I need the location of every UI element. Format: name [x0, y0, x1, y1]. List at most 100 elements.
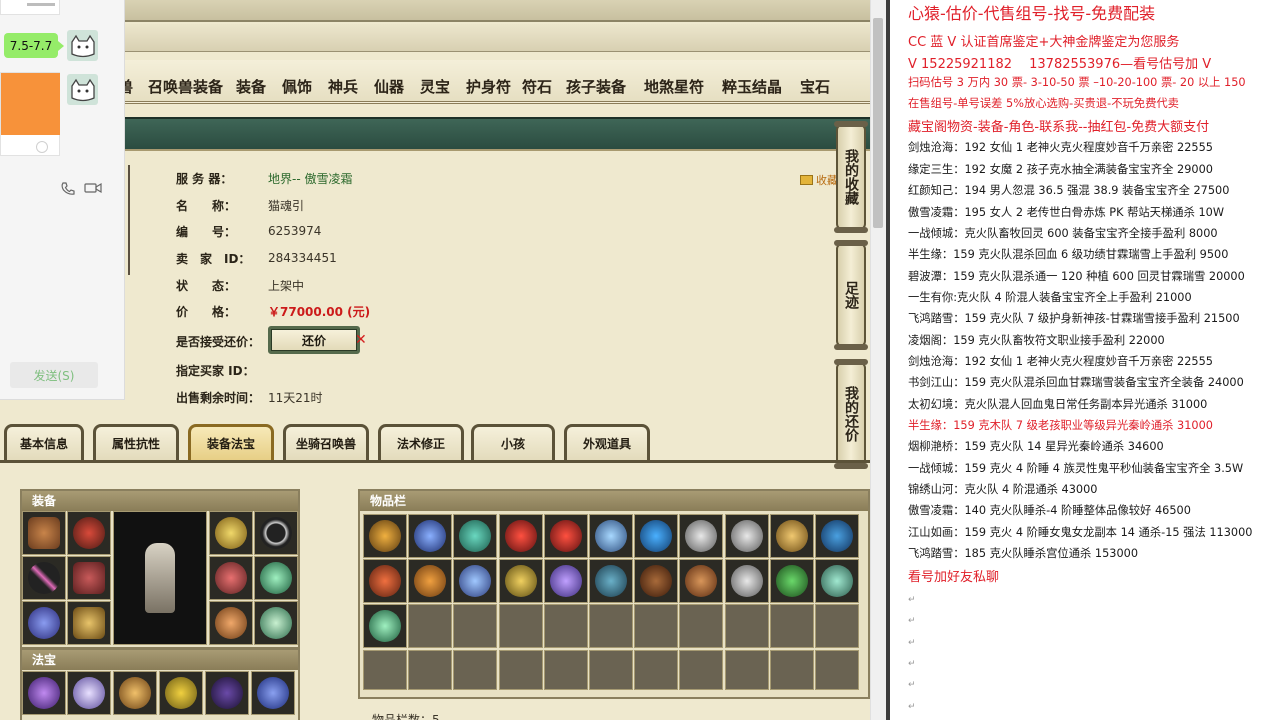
fabao-slot[interactable]: [67, 671, 111, 715]
tab-mount-beast[interactable]: 坐骑召唤兽: [283, 424, 369, 460]
avatar[interactable]: [67, 30, 98, 61]
tab-spell-correction[interactable]: 法术修正: [378, 424, 464, 460]
status-value: 上架中: [268, 278, 305, 293]
nav-item-amulet[interactable]: 护身符: [466, 76, 522, 97]
tab-attributes[interactable]: 属性抗性: [93, 424, 179, 460]
inventory-slot[interactable]: [363, 649, 407, 690]
inventory-slot[interactable]: [769, 514, 814, 558]
equip-slot[interactable]: [209, 511, 253, 555]
fabao-slot[interactable]: [205, 671, 249, 715]
video-call-icon[interactable]: [84, 181, 102, 195]
inventory-slot[interactable]: [815, 559, 859, 604]
inventory-slot[interactable]: [815, 649, 859, 690]
inventory-slot[interactable]: [498, 514, 543, 558]
inventory-slot[interactable]: [589, 604, 633, 649]
inventory-slot[interactable]: [543, 604, 588, 649]
equip-slot[interactable]: [22, 556, 66, 600]
nav-item-equip[interactable]: 装备: [236, 76, 282, 97]
inventory-slot[interactable]: [679, 649, 724, 690]
inventory-slot[interactable]: [453, 649, 498, 690]
inventory-slot[interactable]: [679, 604, 724, 649]
fabao-slot[interactable]: [22, 671, 66, 715]
equip-slot[interactable]: [22, 601, 66, 645]
footprint-button[interactable]: 足迹: [834, 240, 868, 350]
nav-item-beast-equip[interactable]: 召唤兽装备: [148, 76, 236, 97]
inventory-slot[interactable]: [543, 559, 588, 604]
tab-equip-fabao[interactable]: 装备法宝: [188, 424, 274, 460]
text-document[interactable]: 心猿-估价-代售组号-找号-免费配装 CC 蓝 V 认证首席鉴定+大神金牌鉴定为您…: [890, 0, 1280, 720]
inventory-slot[interactable]: [589, 514, 633, 558]
inventory-slot[interactable]: [634, 514, 679, 558]
inventory-slot[interactable]: [408, 559, 453, 604]
phone-icon[interactable]: [60, 181, 76, 197]
nav-item-jade-crystal[interactable]: 粹玉结晶: [722, 76, 800, 97]
inventory-slot[interactable]: [769, 649, 814, 690]
nav-item-child-equip[interactable]: 孩子装备: [566, 76, 644, 97]
nav-item-gem[interactable]: 宝石: [800, 76, 840, 97]
avatar[interactable]: [67, 74, 98, 105]
inventory-slot[interactable]: [363, 559, 407, 604]
inventory-slot[interactable]: [408, 649, 453, 690]
inventory-slot[interactable]: [498, 559, 543, 604]
shared-card[interactable]: [0, 0, 60, 15]
inventory-slot[interactable]: [363, 514, 407, 558]
equip-slot[interactable]: [22, 511, 66, 555]
inventory-slot[interactable]: [815, 514, 859, 558]
inventory-slot[interactable]: [679, 514, 724, 558]
inventory-slot[interactable]: [498, 649, 543, 690]
inventory-slot[interactable]: [589, 559, 633, 604]
equip-slot[interactable]: [67, 601, 111, 645]
equip-slot[interactable]: [67, 556, 111, 600]
send-button[interactable]: 发送(S): [10, 362, 98, 388]
image-message-card[interactable]: [0, 72, 60, 156]
counter-offer-button[interactable]: 还价: [268, 326, 360, 354]
equip-slot[interactable]: [254, 511, 298, 555]
info-status: 状 态： 上架中: [176, 275, 304, 295]
server-value: 地界-- 傲雪凌霜: [268, 171, 353, 186]
fabao-slot[interactable]: [113, 671, 157, 715]
nav-item-fairy-item[interactable]: 仙器: [374, 76, 420, 97]
equip-slot[interactable]: [209, 601, 253, 645]
inventory-slot[interactable]: [453, 514, 498, 558]
inventory-slot[interactable]: [724, 604, 769, 649]
fabao-slot[interactable]: [159, 671, 203, 715]
nav-item-divine-weapon[interactable]: 神兵: [328, 76, 374, 97]
inventory-slot[interactable]: [724, 514, 769, 558]
inventory-slot[interactable]: [543, 649, 588, 690]
inventory-slot[interactable]: [453, 559, 498, 604]
equip-slot[interactable]: [254, 601, 298, 645]
inventory-slot[interactable]: [724, 649, 769, 690]
inventory-slot[interactable]: [634, 559, 679, 604]
equip-slot[interactable]: [209, 556, 253, 600]
nav-item-rune[interactable]: 符石: [522, 76, 566, 97]
inventory-slot[interactable]: [363, 604, 407, 649]
scrollbar-thumb[interactable]: [873, 18, 883, 228]
inventory-slot[interactable]: [724, 559, 769, 604]
nav-item-star-talisman[interactable]: 地煞星符: [644, 76, 722, 97]
equip-slot[interactable]: [254, 556, 298, 600]
inventory-slot[interactable]: [679, 559, 724, 604]
inventory-slot[interactable]: [498, 604, 543, 649]
inventory-slot[interactable]: [408, 514, 453, 558]
item-icon: [504, 520, 537, 552]
equip-slot[interactable]: [67, 511, 111, 555]
tab-appearance[interactable]: 外观道具: [564, 424, 650, 460]
nav-item-spirit-treasure[interactable]: 灵宝: [420, 76, 466, 97]
inventory-slot[interactable]: [453, 604, 498, 649]
image-thumbnail: [1, 73, 60, 135]
inventory-slot[interactable]: [634, 604, 679, 649]
my-favorites-button[interactable]: 我的收藏: [834, 121, 868, 233]
inventory-slot[interactable]: [769, 604, 814, 649]
item-icon: [730, 565, 763, 598]
fabao-slot[interactable]: [251, 671, 295, 715]
tab-child[interactable]: 小孩: [471, 424, 555, 460]
inventory-slot[interactable]: [408, 604, 453, 649]
inventory-slot[interactable]: [769, 559, 814, 604]
inventory-slot[interactable]: [589, 649, 633, 690]
tab-basic-info[interactable]: 基本信息: [4, 424, 84, 460]
favorite-link[interactable]: 收藏: [800, 172, 838, 188]
inventory-slot[interactable]: [634, 649, 679, 690]
nav-item-accessory[interactable]: 佩饰: [282, 76, 328, 97]
inventory-slot[interactable]: [815, 604, 859, 649]
inventory-slot[interactable]: [543, 514, 588, 558]
